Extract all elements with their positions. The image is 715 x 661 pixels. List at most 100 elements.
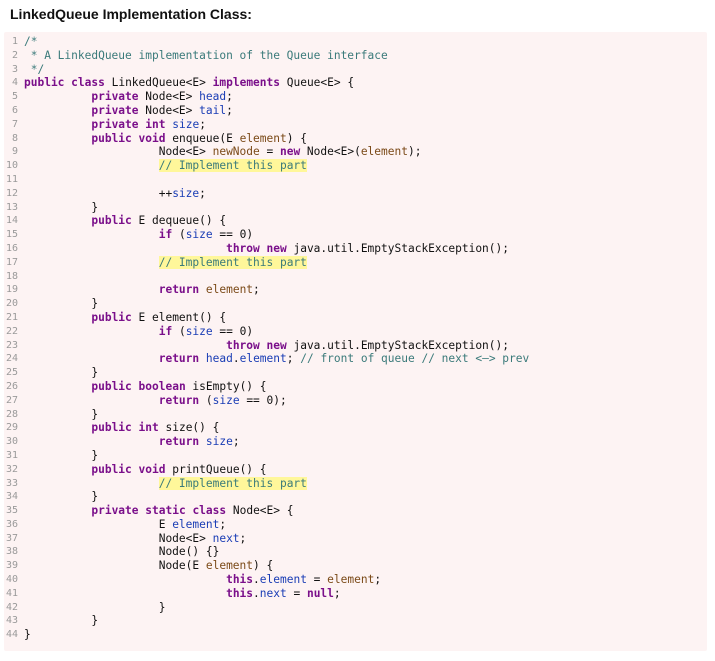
code-token: } — [24, 490, 99, 504]
line-number: 30 — [5, 436, 18, 448]
line-number: 37 — [5, 532, 18, 544]
code-token: } — [24, 448, 99, 462]
line-number: 36 — [5, 518, 18, 530]
code-text: Node(E element) { — [24, 559, 274, 573]
code-token: . — [253, 586, 260, 600]
code-line: 20 } — [4, 297, 707, 311]
line-number: 5 — [11, 91, 18, 103]
code-block: 1/* 2 * A LinkedQueue implementation of t… — [4, 32, 707, 651]
code-line: 2 * A LinkedQueue implementation of the … — [4, 49, 707, 63]
code-text: } — [24, 408, 98, 422]
line-number: 33 — [5, 477, 18, 489]
code-text: // Implement this part — [24, 159, 307, 173]
code-token: */ — [24, 62, 45, 76]
code-token: E — [24, 517, 173, 531]
code-token: ) { — [286, 131, 307, 145]
line-number: 8 — [11, 132, 18, 144]
line-number: 27 — [5, 394, 18, 406]
line-number: 26 — [5, 380, 18, 392]
code-token: ( — [199, 393, 213, 407]
code-line: 14 public E dequeue() { — [4, 214, 707, 228]
code-line: 11 — [4, 173, 707, 187]
code-token: tail — [199, 103, 227, 117]
code-token: } — [24, 600, 166, 614]
line-number: 15 — [5, 229, 18, 241]
code-text: Node<E> newNode = new Node<E>(element); — [24, 145, 422, 159]
code-line: 43 } — [4, 614, 707, 628]
code-token: element — [239, 131, 287, 145]
code-text: public boolean isEmpty() { — [24, 379, 266, 394]
code-token: Node<E> — [24, 145, 213, 159]
code-text: } — [24, 600, 166, 615]
code-text: * A LinkedQueue implementation of the Qu… — [24, 49, 388, 63]
code-token: ; — [226, 103, 233, 117]
code-token: size — [185, 228, 213, 242]
code-token: if — [158, 228, 173, 242]
code-line: 19 return element; — [4, 283, 707, 297]
line-number: 39 — [5, 560, 18, 572]
code-token: ; — [333, 586, 341, 600]
line-number: 32 — [5, 463, 18, 475]
code-text: public E dequeue() { — [24, 214, 226, 228]
code-token: ); — [407, 145, 422, 159]
code-line: 41 this.next = null; — [4, 587, 707, 601]
code-text: */ — [24, 63, 44, 77]
code-line: 10 // Implement this part — [4, 159, 707, 173]
code-line: 28 } — [4, 408, 707, 422]
line-number: 28 — [5, 408, 18, 420]
code-text: return head.element; // front of queue /… — [24, 352, 530, 366]
code-token: ; — [199, 117, 206, 131]
code-token: head — [199, 90, 227, 104]
code-token: int — [145, 117, 166, 131]
code-token: public — [91, 421, 132, 435]
code-token: /* — [24, 35, 38, 48]
code-token: == 0) — [212, 228, 254, 242]
code-line: 36 E element; — [4, 518, 707, 532]
line-number: 40 — [5, 574, 18, 586]
code-line: 40 this.element = element; — [4, 573, 707, 587]
code-token: size — [172, 117, 200, 131]
line-number: 9 — [11, 146, 18, 158]
code-token: ; — [232, 435, 240, 449]
code-token: return — [158, 352, 200, 366]
code-token: private — [91, 103, 139, 117]
code-token: size — [212, 393, 240, 407]
code-text: private int size; — [24, 118, 206, 132]
code-token: public — [91, 379, 132, 393]
code-token: printQueue() { — [165, 462, 267, 476]
code-token: ; — [199, 186, 206, 200]
code-line: 23 throw new java.util.EmptyStackExcepti… — [4, 339, 707, 353]
code-token: java.util.EmptyStackException(); — [286, 241, 510, 255]
code-token: size — [185, 324, 213, 338]
code-line: 29 public int size() { — [4, 421, 707, 435]
code-token: return — [158, 283, 200, 297]
code-line: 35 private static class Node<E> { — [4, 504, 707, 518]
code-token: size — [172, 186, 200, 200]
code-token: this — [226, 586, 254, 600]
code-line: 17 // Implement this part — [4, 255, 707, 270]
code-line: 44} — [4, 628, 707, 642]
line-number: 12 — [5, 187, 18, 199]
code-line: 22 if (size == 0) — [4, 325, 707, 339]
code-line: 3 */ — [4, 63, 707, 77]
code-token: . — [232, 352, 240, 366]
line-number: 6 — [11, 104, 18, 116]
code-token: . — [253, 573, 260, 587]
code-token: Node<E>( — [300, 145, 361, 159]
code-line: 26 public boolean isEmpty() { — [4, 380, 707, 394]
line-number: 44 — [5, 629, 18, 641]
code-token: } — [24, 297, 99, 311]
